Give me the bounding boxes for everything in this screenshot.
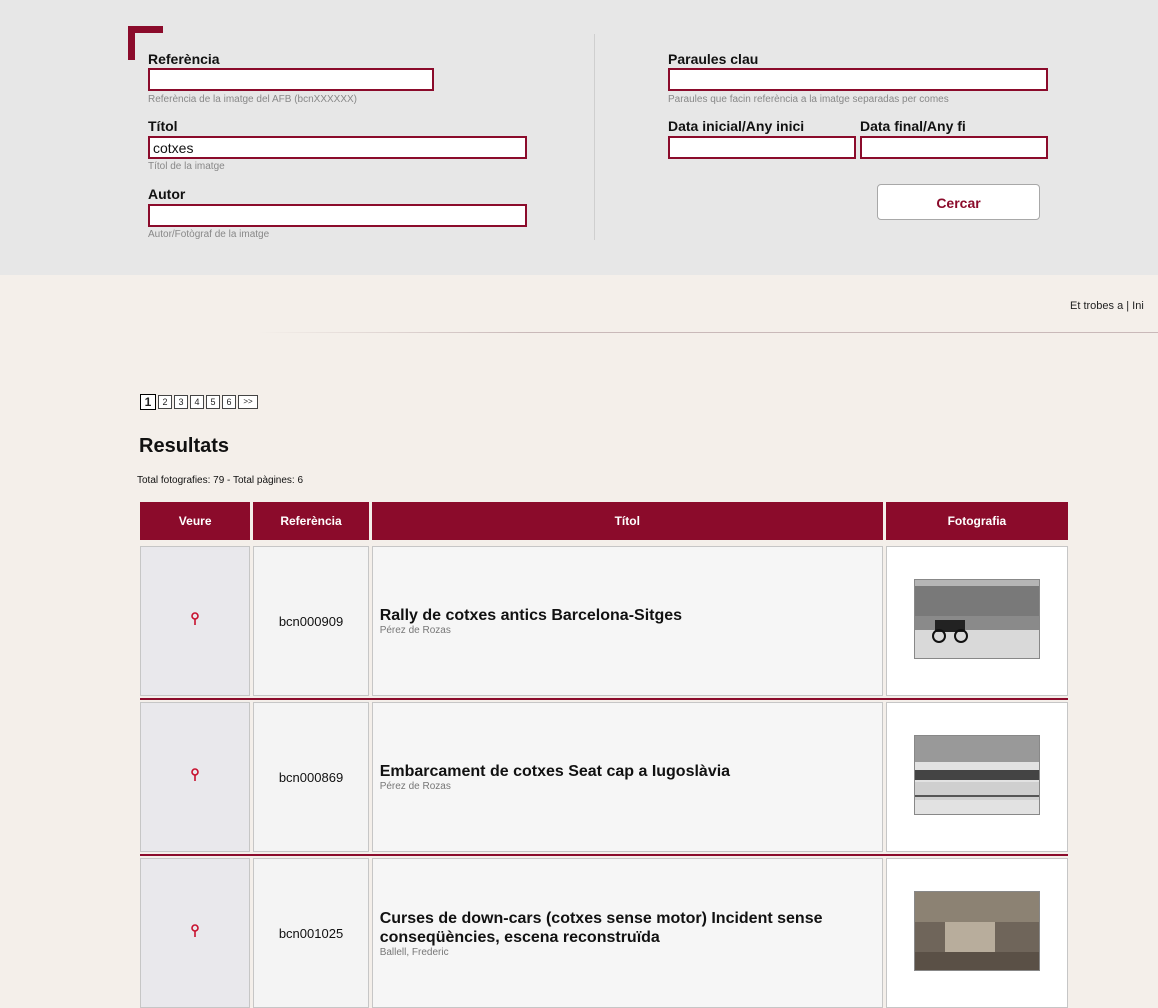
start-date-input[interactable] (668, 136, 856, 159)
breadcrumb[interactable]: Et trobes a | Ini (1070, 300, 1144, 312)
reference-label: Referència (148, 51, 220, 67)
row-separator-row (140, 852, 1068, 858)
row-title[interactable]: Embarcament de cotxes Seat cap a Iugoslà… (380, 762, 882, 781)
photo-thumbnail[interactable] (913, 579, 1040, 659)
photo-cell (885, 858, 1068, 1008)
page-4-link[interactable]: 4 (190, 395, 204, 409)
magnifier-icon[interactable] (190, 767, 200, 787)
title-cell: Rally de cotxes antics Barcelona-Sitges … (371, 546, 883, 696)
photo-cell (885, 546, 1068, 696)
page-2-link[interactable]: 2 (158, 395, 172, 409)
results-table: Veure Referència Títol Fotografia bcn000… (137, 502, 1071, 1008)
row-author: Ballell, Frederic (379, 946, 449, 958)
magnifier-icon[interactable] (190, 923, 200, 943)
row-title[interactable]: Rally de cotxes antics Barcelona-Sitges (380, 606, 882, 625)
divider-rule (258, 332, 1158, 333)
keywords-label: Paraules clau (668, 51, 759, 67)
next-page-link[interactable]: >> (238, 395, 258, 409)
reference-help: Referència de la imatge del AFB (bcnXXXX… (148, 94, 357, 105)
end-date-input[interactable] (860, 136, 1048, 159)
keywords-help: Paraules que facin referència a la imatg… (668, 94, 949, 105)
view-cell (140, 546, 251, 696)
results-heading: Resultats (139, 435, 230, 457)
search-button[interactable]: Cercar (877, 184, 1040, 220)
title-cell: Embarcament de cotxes Seat cap a Iugoslà… (371, 702, 883, 852)
title-label: Títol (148, 118, 178, 134)
title-cell: Curses de down-cars (cotxes sense motor)… (371, 858, 883, 1008)
results-summary: Total fotografies: 79 - Total pàgines: 6 (137, 475, 304, 486)
search-panel: Referència Referència de la imatge del A… (0, 0, 1158, 275)
author-help: Autor/Fotògraf de la imatge (148, 229, 270, 240)
reference-cell: bcn000909 (253, 546, 369, 696)
page-6-link[interactable]: 6 (222, 395, 236, 409)
column-header-view: Veure (140, 502, 251, 540)
panel-divider (594, 34, 595, 240)
reference-input[interactable] (148, 68, 434, 91)
row-separator (140, 854, 1068, 856)
reference-cell: bcn001025 (253, 858, 369, 1008)
photo-cell (885, 702, 1068, 852)
title-input[interactable] (148, 136, 527, 159)
row-separator (140, 698, 1068, 700)
table-row: bcn000869 Embarcament de cotxes Seat cap… (140, 702, 1068, 852)
photo-thumbnail[interactable] (913, 891, 1040, 971)
row-author: Pérez de Rozas (379, 781, 451, 792)
view-cell (140, 702, 251, 852)
row-spacer (140, 540, 1068, 546)
row-title[interactable]: Curses de down-cars (cotxes sense motor)… (380, 909, 882, 947)
photo-thumbnail[interactable] (913, 735, 1040, 815)
row-author: Pérez de Rozas (379, 625, 451, 636)
pagination: 1 2 3 4 5 6 >> (140, 394, 258, 410)
reference-cell: bcn000869 (253, 702, 369, 852)
column-header-photo: Fotografia (885, 502, 1068, 540)
page-5-link[interactable]: 5 (206, 395, 220, 409)
title-help: Títol de la imatge (148, 161, 225, 172)
magnifier-icon[interactable] (190, 611, 200, 631)
table-row: bcn001025 Curses de down-cars (cotxes se… (140, 858, 1068, 1008)
author-input[interactable] (148, 204, 527, 227)
keywords-input[interactable] (668, 68, 1048, 91)
author-label: Autor (148, 186, 186, 202)
page-3-link[interactable]: 3 (174, 395, 188, 409)
view-cell (140, 858, 251, 1008)
end-date-label: Data final/Any fi (860, 118, 966, 134)
table-row: bcn000909 Rally de cotxes antics Barcelo… (140, 546, 1068, 696)
column-header-reference: Referència (253, 502, 369, 540)
column-header-title: Títol (371, 502, 883, 540)
page-1-current[interactable]: 1 (140, 394, 156, 410)
row-separator-row (140, 696, 1068, 702)
start-date-label: Data inicial/Any inici (668, 118, 805, 134)
